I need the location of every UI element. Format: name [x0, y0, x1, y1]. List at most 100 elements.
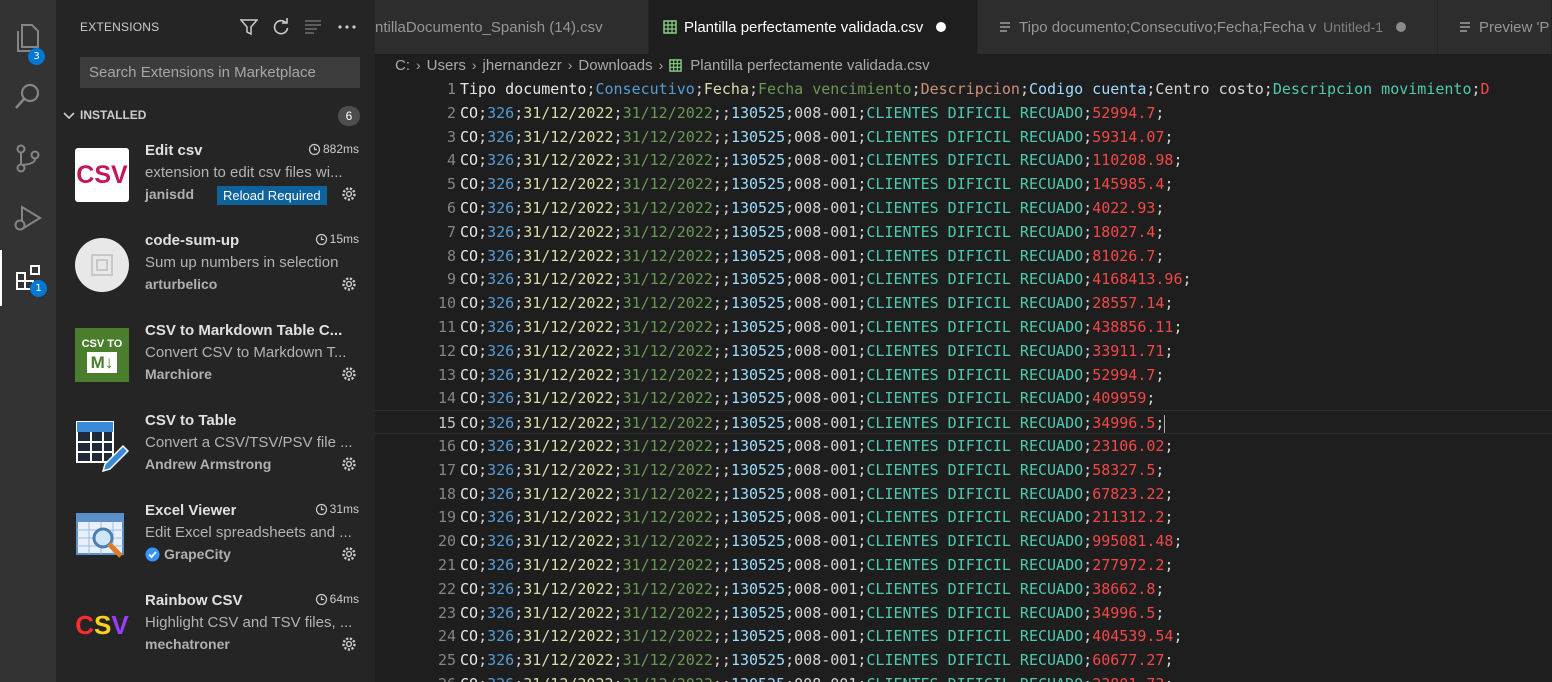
editor-line[interactable]: 9 CO;326;31/12/2022;31/12/2022;;130525;00… — [375, 267, 1552, 291]
editor-line[interactable]: 21 CO;326;31/12/2022;31/12/2022;;130525;0… — [375, 553, 1552, 577]
editor-line[interactable]: 15 CO;326;31/12/2022;31/12/2022;;130525;0… — [375, 410, 1552, 435]
editor-line[interactable]: 17 CO;326;31/12/2022;31/12/2022;;130525;0… — [375, 458, 1552, 482]
csv-field: 31/12/2022 — [523, 389, 614, 408]
field-separator: ; — [721, 484, 731, 503]
refresh-button[interactable] — [271, 17, 291, 37]
extension-item[interactable]: code-sum-up 15ms Sum up numbers in selec… — [56, 228, 375, 318]
manage-extension-button[interactable] — [339, 544, 359, 564]
tab-untitled-1[interactable]: Tipo documento;Consecutivo;Fecha;Fecha v… — [978, 0, 1438, 54]
csv-field: CO — [460, 460, 479, 479]
editor-line[interactable]: 12 CO;326;31/12/2022;31/12/2022;;130525;0… — [375, 339, 1552, 363]
extension-publisher: Andrew Armstrong — [145, 456, 271, 472]
field-separator: ; — [514, 532, 524, 551]
line-content: CO;326;31/12/2022;31/12/2022;;130525;008… — [460, 291, 1173, 315]
field-separator: ; — [1155, 365, 1165, 384]
csv-field: 23106.02 — [1092, 437, 1165, 455]
field-separator: ; — [721, 246, 731, 265]
editor-line[interactable]: 5 CO;326;31/12/2022;31/12/2022;;130525;00… — [375, 172, 1552, 196]
extensions-button[interactable]: 1 — [0, 250, 56, 306]
field-separator: ; — [1083, 651, 1093, 670]
csv-field: CLIENTES DIFICIL RECUADO — [866, 199, 1084, 217]
editor-line[interactable]: 1 Tipo documento;Consecutivo;Fecha;Fecha … — [375, 77, 1552, 101]
editor-line[interactable]: 20 CO;326;31/12/2022;31/12/2022;;130525;0… — [375, 529, 1552, 553]
manage-extension-button[interactable] — [339, 184, 359, 204]
line-content: CO;326;31/12/2022;31/12/2022;;130525;008… — [460, 577, 1164, 601]
tab-plantilla-documento-spanish[interactable]: ntillaDocumento_Spanish (14).csv — [375, 0, 649, 54]
clear-button[interactable] — [303, 17, 323, 37]
reload-required-button[interactable]: Reload Required — [217, 186, 327, 205]
csv-field: 31/12/2022 — [523, 675, 613, 682]
field-separator: ; — [514, 603, 524, 622]
manage-extension-button[interactable] — [339, 364, 359, 384]
editor-line[interactable]: 10 CO;326;31/12/2022;31/12/2022;;130525;0… — [375, 291, 1552, 315]
field-separator: ; — [721, 365, 731, 384]
editor-line[interactable]: 22 CO;326;31/12/2022;31/12/2022;;130525;0… — [375, 577, 1552, 601]
csv-field: 326 — [487, 151, 515, 170]
field-separator: ; — [712, 603, 722, 622]
breadcrumb-item[interactable]: jhernandezr — [483, 57, 562, 74]
explorer-button[interactable]: 3 — [0, 10, 56, 66]
csv-field: 008-001 — [794, 579, 858, 598]
field-separator: ; — [1083, 460, 1093, 479]
editor-line[interactable]: 16 CO;326;31/12/2022;31/12/2022;;130525;0… — [375, 434, 1552, 458]
breadcrumb-item[interactable]: Users — [427, 57, 466, 74]
editor-line[interactable]: 19 CO;326;31/12/2022;31/12/2022;;130525;0… — [375, 505, 1552, 529]
csv-field: 326 — [487, 508, 515, 527]
editor-line[interactable]: 6 CO;326;31/12/2022;31/12/2022;;130525;00… — [375, 196, 1552, 220]
breadcrumb-item[interactable]: Plantilla perfectamente validada.csv — [690, 57, 929, 74]
editor-line[interactable]: 14 CO;326;31/12/2022;31/12/2022;;130525;0… — [375, 386, 1552, 410]
more-actions-button[interactable] — [337, 17, 357, 37]
editor-line[interactable]: 7 CO;326;31/12/2022;31/12/2022;;130525;00… — [375, 220, 1552, 244]
activation-time: 15ms — [315, 232, 359, 246]
unsaved-dot-icon[interactable] — [1396, 22, 1407, 32]
tab-preview[interactable]: Preview 'P — [1438, 0, 1552, 54]
search-button[interactable] — [0, 68, 56, 124]
field-separator: ; — [1083, 222, 1093, 241]
editor-line[interactable]: 18 CO;326;31/12/2022;31/12/2022;;130525;0… — [375, 482, 1552, 506]
run-debug-button[interactable] — [0, 190, 56, 246]
extension-item[interactable]: CSV TO M↓ CSV to Markdown Table C... Con… — [56, 318, 375, 408]
field-separator: ; — [712, 579, 722, 598]
editor-line[interactable]: 26CO;326;31/12/2022;31/12/2022;;130525;0… — [375, 672, 1552, 682]
source-control-button[interactable] — [0, 130, 56, 186]
csv-field: CLIENTES DIFICIL RECUADO — [866, 127, 1084, 146]
editor-line[interactable]: 2 CO;326;31/12/2022;31/12/2022;;130525;00… — [375, 101, 1552, 125]
editor-line[interactable]: 13 CO;326;31/12/2022;31/12/2022;;130525;0… — [375, 363, 1552, 387]
line-content: CO;326;31/12/2022;31/12/2022;;130525;008… — [460, 244, 1164, 268]
csv-field: 008-001 — [794, 270, 858, 289]
code-editor[interactable]: 1 Tipo documento;Consecutivo;Fecha;Fecha … — [375, 77, 1552, 682]
field-separator: ; — [514, 579, 524, 598]
editor-line[interactable]: 25 CO;326;31/12/2022;31/12/2022;;130525;0… — [375, 648, 1552, 672]
extension-item[interactable]: Excel Viewer 31ms Edit Excel spreadsheet… — [56, 498, 375, 588]
field-separator: ; — [749, 80, 759, 98]
extension-item[interactable]: CSV Edit csv 882ms extension to edit csv… — [56, 138, 375, 228]
installed-section-header[interactable]: INSTALLED 6 — [56, 104, 375, 128]
editor-line[interactable]: 8 CO;326;31/12/2022;31/12/2022;;130525;00… — [375, 244, 1552, 268]
editor-line[interactable]: 24 CO;326;31/12/2022;31/12/2022;;130525;0… — [375, 624, 1552, 648]
csv-field: CO — [460, 675, 478, 682]
field-separator: ; — [1019, 80, 1029, 98]
breadcrumb-item[interactable]: C: — [395, 57, 410, 74]
tab-plantilla-validada[interactable]: Plantilla perfectamente validada.csv — [649, 0, 978, 54]
csv-field: 18027.4 — [1092, 222, 1156, 241]
editor-line[interactable]: 4 CO;326;31/12/2022;31/12/2022;;130525;00… — [375, 148, 1552, 172]
manage-extension-button[interactable] — [339, 274, 359, 294]
editor-line[interactable]: 3 CO;326;31/12/2022;31/12/2022;;130525;00… — [375, 125, 1552, 149]
manage-extension-button[interactable] — [339, 454, 359, 474]
extensions-search-input[interactable] — [81, 58, 359, 87]
field-separator: ; — [478, 318, 488, 336]
extension-item[interactable]: CSV Rainbow CSV 64ms Highlight CSV and T… — [56, 588, 375, 678]
extension-item[interactable]: CSV to Table Convert a CSV/TSV/PSV file … — [56, 408, 375, 498]
line-number: 14 — [437, 389, 456, 408]
manage-extension-button[interactable] — [339, 634, 359, 654]
table-pencil-icon — [76, 421, 130, 473]
editor-line[interactable]: 23 CO;326;31/12/2022;31/12/2022;;130525;0… — [375, 601, 1552, 625]
field-separator: ; — [721, 508, 731, 527]
unsaved-dot-icon[interactable] — [936, 22, 947, 32]
extension-publisher: arturbelico — [145, 276, 217, 292]
csv-field: 31/12/2022 — [523, 318, 614, 336]
breadcrumb-item[interactable]: Downloads — [578, 57, 652, 74]
filter-button[interactable] — [239, 17, 259, 37]
csv-field: 008-001 — [794, 127, 858, 146]
editor-line[interactable]: 11 CO;326;31/12/2022;31/12/2022;;130525;0… — [375, 315, 1552, 339]
